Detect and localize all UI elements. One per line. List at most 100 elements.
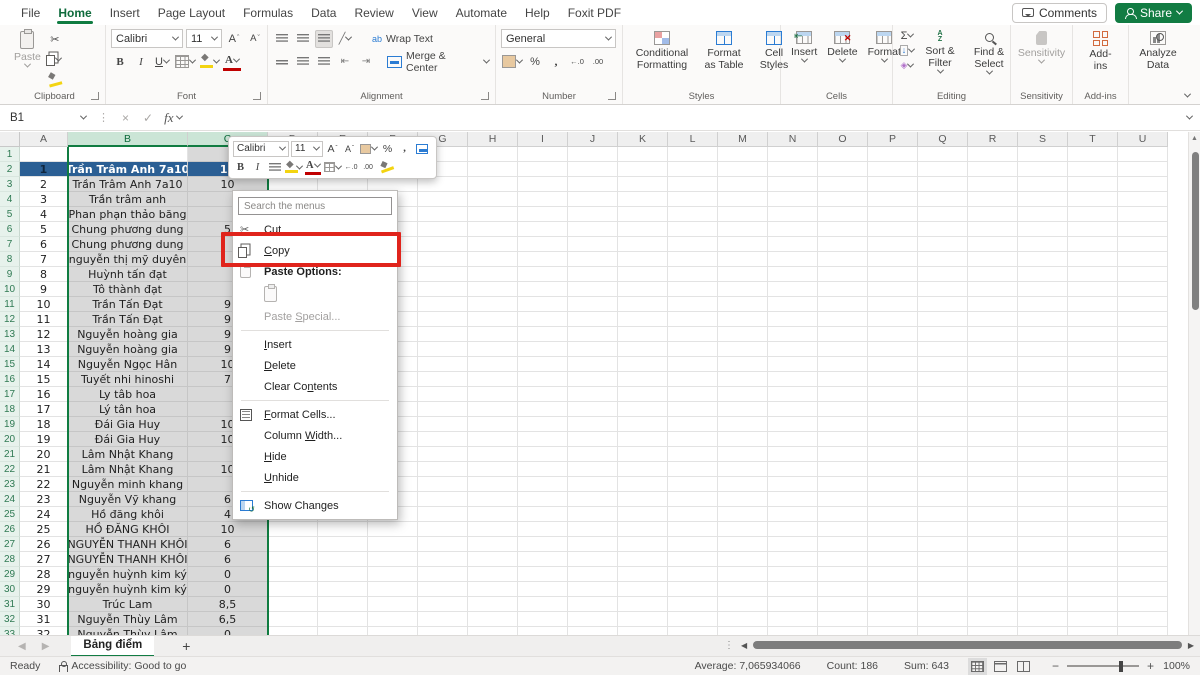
cell-G32[interactable]: [418, 612, 468, 627]
cell-O3[interactable]: [818, 177, 868, 192]
cell-A21[interactable]: 20: [20, 447, 68, 462]
cell-M19[interactable]: [718, 417, 768, 432]
number-format-combo[interactable]: General: [501, 29, 616, 48]
row-header-1[interactable]: 1: [0, 147, 20, 162]
cell-E29[interactable]: [318, 567, 368, 582]
cell-L28[interactable]: [668, 552, 718, 567]
enter-icon[interactable]: ✓: [143, 111, 153, 125]
cell-Q30[interactable]: [918, 582, 968, 597]
cell-K2[interactable]: [618, 162, 668, 177]
cell-G22[interactable]: [418, 462, 468, 477]
cell-H22[interactable]: [468, 462, 518, 477]
cell-O27[interactable]: [818, 537, 868, 552]
cell-L17[interactable]: [668, 387, 718, 402]
cell-N22[interactable]: [768, 462, 818, 477]
cell-S19[interactable]: [1018, 417, 1068, 432]
column-header-S[interactable]: S: [1018, 132, 1068, 147]
row-header-3[interactable]: 3: [0, 177, 20, 192]
cell-J21[interactable]: [568, 447, 618, 462]
cell-I26[interactable]: [518, 522, 568, 537]
column-header-K[interactable]: K: [618, 132, 668, 147]
menu-item-unhide[interactable]: Unhide: [233, 467, 397, 488]
cell-P23[interactable]: [868, 477, 918, 492]
cell-A11[interactable]: 10: [20, 297, 68, 312]
ribbon-tab-view[interactable]: View: [403, 1, 447, 24]
cell-R3[interactable]: [968, 177, 1018, 192]
cell-Q27[interactable]: [918, 537, 968, 552]
cell-I9[interactable]: [518, 267, 568, 282]
cell-O11[interactable]: [818, 297, 868, 312]
column-header-L[interactable]: L: [668, 132, 718, 147]
cell-L25[interactable]: [668, 507, 718, 522]
cell-L18[interactable]: [668, 402, 718, 417]
cell-O13[interactable]: [818, 327, 868, 342]
cell-M25[interactable]: [718, 507, 768, 522]
cell-K26[interactable]: [618, 522, 668, 537]
cell-T26[interactable]: [1068, 522, 1118, 537]
cell-U26[interactable]: [1118, 522, 1168, 537]
cell-J5[interactable]: [568, 207, 618, 222]
cell-J14[interactable]: [568, 342, 618, 357]
cell-U15[interactable]: [1118, 357, 1168, 372]
cell-U31[interactable]: [1118, 597, 1168, 612]
cell-R2[interactable]: [968, 162, 1018, 177]
cell-M16[interactable]: [718, 372, 768, 387]
cell-T16[interactable]: [1068, 372, 1118, 387]
row-header-18[interactable]: 18: [0, 402, 20, 417]
cell-I21[interactable]: [518, 447, 568, 462]
menu-item-column-width[interactable]: Column Width...: [233, 425, 397, 446]
mini-merge-button[interactable]: [414, 141, 429, 156]
cell-H29[interactable]: [468, 567, 518, 582]
column-header-A[interactable]: A: [20, 132, 68, 147]
cell-N12[interactable]: [768, 312, 818, 327]
cell-C31[interactable]: 8,5: [188, 597, 268, 612]
horizontal-scrollbar-thumb[interactable]: [753, 641, 1182, 649]
cell-F27[interactable]: [368, 537, 418, 552]
cell-N10[interactable]: [768, 282, 818, 297]
cell-U27[interactable]: [1118, 537, 1168, 552]
cell-L30[interactable]: [668, 582, 718, 597]
cell-R25[interactable]: [968, 507, 1018, 522]
cell-S26[interactable]: [1018, 522, 1068, 537]
cell-H7[interactable]: [468, 237, 518, 252]
cell-I25[interactable]: [518, 507, 568, 522]
cell-M33[interactable]: [718, 627, 768, 635]
cell-N29[interactable]: [768, 567, 818, 582]
cell-K9[interactable]: [618, 267, 668, 282]
cell-R14[interactable]: [968, 342, 1018, 357]
cell-G18[interactable]: [418, 402, 468, 417]
cell-S7[interactable]: [1018, 237, 1068, 252]
cell-G17[interactable]: [418, 387, 468, 402]
clear-button[interactable]: ◈: [898, 58, 916, 73]
cell-A3[interactable]: 2: [20, 177, 68, 192]
cell-B23[interactable]: Nguyễn minh khang: [68, 477, 188, 492]
cell-Q17[interactable]: [918, 387, 968, 402]
cell-B18[interactable]: Lý tân hoa: [68, 402, 188, 417]
cell-Q22[interactable]: [918, 462, 968, 477]
cell-R19[interactable]: [968, 417, 1018, 432]
cell-F32[interactable]: [368, 612, 418, 627]
cell-P21[interactable]: [868, 447, 918, 462]
cell-E33[interactable]: [318, 627, 368, 635]
cell-U28[interactable]: [1118, 552, 1168, 567]
grow-font-button[interactable]: Aˆ: [225, 30, 243, 48]
status-sum[interactable]: Sum: 643: [904, 660, 949, 672]
cell-L23[interactable]: [668, 477, 718, 492]
cell-N1[interactable]: [768, 147, 818, 162]
cell-M13[interactable]: [718, 327, 768, 342]
cell-I5[interactable]: [518, 207, 568, 222]
cell-R33[interactable]: [968, 627, 1018, 635]
cell-Q2[interactable]: [918, 162, 968, 177]
cell-N4[interactable]: [768, 192, 818, 207]
find-select-button[interactable]: Find & Select: [964, 28, 1014, 78]
decrease-decimal-button[interactable]: .00: [589, 53, 607, 71]
cell-R16[interactable]: [968, 372, 1018, 387]
cell-M29[interactable]: [718, 567, 768, 582]
cell-B8[interactable]: nguyễn thị mỹ duyên: [68, 252, 188, 267]
cell-L9[interactable]: [668, 267, 718, 282]
expand-formula-bar-icon[interactable]: [1186, 113, 1193, 120]
cell-M5[interactable]: [718, 207, 768, 222]
cell-O32[interactable]: [818, 612, 868, 627]
align-middle-button[interactable]: [294, 30, 312, 48]
fill-color-button[interactable]: [199, 53, 220, 71]
